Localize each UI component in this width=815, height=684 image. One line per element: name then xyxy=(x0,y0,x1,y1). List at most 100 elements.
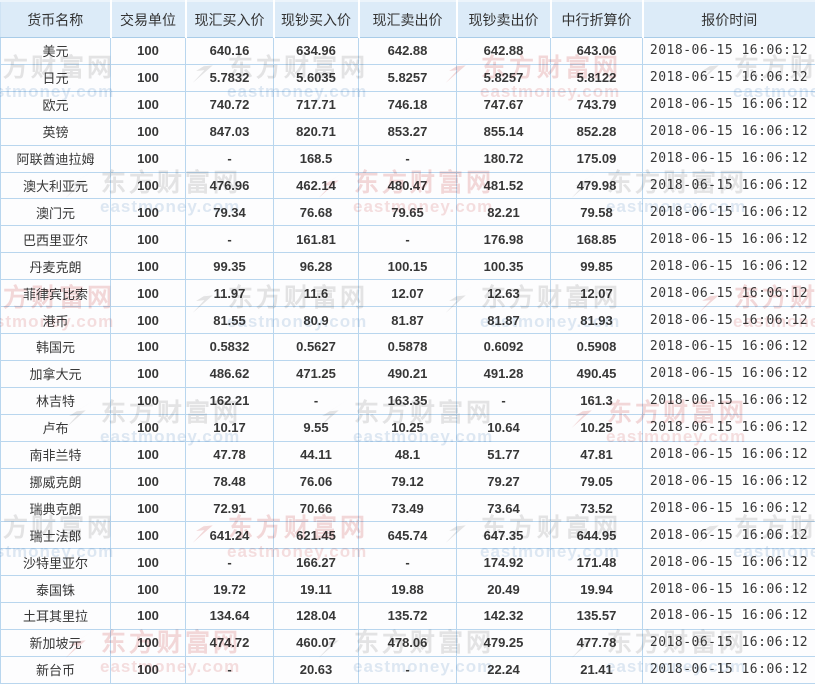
unit-cell: 100 xyxy=(110,225,186,254)
quote-time-cell: 2018-06-15 16:06:12 xyxy=(642,37,815,65)
table-row: 丹麦克朗 100 99.35 96.28 100.15 100.35 99.85 2018-0… xyxy=(0,252,815,281)
boc-rate-cell: 81.93 xyxy=(550,306,643,334)
cash-buy-cell: 9.55 xyxy=(273,413,359,442)
spot-sell-cell: 642.88 xyxy=(358,37,457,65)
boc-rate-cell: 743.79 xyxy=(550,90,643,119)
spot-sell-cell: - xyxy=(358,144,457,173)
table-row: 澳大利亚元 100 476.96 462.14 480.47 481.52 479.98 20… xyxy=(0,171,815,200)
boc-rate-cell: 79.05 xyxy=(550,467,643,496)
unit-cell: 100 xyxy=(110,521,186,550)
spot-buy-cell: 134.64 xyxy=(185,602,274,630)
unit-cell: 100 xyxy=(110,655,186,684)
unit-cell: 100 xyxy=(110,306,186,334)
unit-cell: 100 xyxy=(110,494,186,523)
unit-cell: 100 xyxy=(110,575,186,604)
boc-rate-cell: 161.3 xyxy=(550,386,643,415)
column-header-0: 货币名称 xyxy=(0,0,112,38)
unit-cell: 100 xyxy=(110,413,186,442)
quote-time-cell: 2018-06-15 16:06:12 xyxy=(642,386,815,415)
currency-name-cell: 泰国铢 xyxy=(0,575,111,604)
table-row: 沙特里亚尔 100-166.27-174.92 171.48 2018-06-15 1… xyxy=(0,548,815,577)
cash-buy-cell: 820.71 xyxy=(273,117,359,146)
quote-time-cell: 2018-06-15 16:06:12 xyxy=(642,655,815,684)
cash-buy-cell: 70.66 xyxy=(273,494,359,523)
currency-name-cell: 欧元 xyxy=(0,90,111,119)
quote-time-cell: 2018-06-15 16:06:12 xyxy=(642,602,815,630)
unit-cell: 100 xyxy=(110,279,186,308)
spot-sell-cell: 48.1 xyxy=(358,440,457,469)
cash-sell-cell: 12.63 xyxy=(456,279,551,308)
spot-buy-cell: 79.34 xyxy=(185,198,274,227)
cash-buy-cell: 462.14 xyxy=(273,171,359,200)
quote-time-cell: 2018-06-15 16:06:12 xyxy=(642,628,815,657)
column-header-5: 现钞卖出价 xyxy=(456,0,552,38)
cash-buy-cell: 20.63 xyxy=(273,655,359,684)
cash-sell-cell: 81.87 xyxy=(456,306,551,334)
unit-cell: 100 xyxy=(110,252,186,281)
cash-buy-cell: 11.6 xyxy=(273,279,359,308)
quote-time-cell: 2018-06-15 16:06:12 xyxy=(642,279,815,308)
table-row: 挪威克朗 100 78.48 76.06 79.12 79.27 79.05 2018-06-… xyxy=(0,467,815,496)
boc-rate-cell: 99.85 xyxy=(550,252,643,281)
cash-sell-cell: 22.24 xyxy=(456,655,551,684)
quote-time-cell: 2018-06-15 16:06:12 xyxy=(642,440,815,469)
exchange-rates-table: 货币名称 交易单位 现汇买入价 现钞买入价 现汇卖出价 现钞卖出价 中行折算价 报价时间 美元… xyxy=(0,0,815,684)
quote-time-cell: 2018-06-15 16:06:12 xyxy=(642,306,815,334)
spot-buy-cell: 99.35 xyxy=(185,252,274,281)
spot-sell-cell: 5.8257 xyxy=(358,63,457,92)
currency-name-cell: 瑞士法郎 xyxy=(0,521,111,550)
table-row: 瑞士法郎 100 641.24 621.45 645.74 647.35 644.95 201… xyxy=(0,521,815,550)
boc-rate-cell: 12.07 xyxy=(550,279,643,308)
spot-buy-cell: 0.5832 xyxy=(185,332,274,361)
table-row: 菲律宾比索 100 11.97 11.6 12.07 12.63 12.07 2018-06-… xyxy=(0,279,815,308)
spot-buy-cell: 78.48 xyxy=(185,467,274,496)
table-row: 泰国铢 100 19.72 19.11 19.88 20.49 19.94 2018-06-1… xyxy=(0,575,815,604)
column-header-2: 现汇买入价 xyxy=(185,0,275,38)
unit-cell: 100 xyxy=(110,602,186,630)
spot-sell-cell: - xyxy=(358,225,457,254)
cash-sell-cell: 82.21 xyxy=(456,198,551,227)
cash-buy-cell: 44.11 xyxy=(273,440,359,469)
quote-time-cell: 2018-06-15 16:06:12 xyxy=(642,144,815,173)
currency-name-cell: 林吉特 xyxy=(0,386,111,415)
unit-cell: 100 xyxy=(110,171,186,200)
cash-sell-cell: - xyxy=(456,386,551,415)
currency-name-cell: 巴西里亚尔 xyxy=(0,225,111,254)
cash-buy-cell: 634.96 xyxy=(273,37,359,65)
spot-sell-cell: 478.06 xyxy=(358,628,457,657)
spot-buy-cell: 641.24 xyxy=(185,521,274,550)
quote-time-cell: 2018-06-15 16:06:12 xyxy=(642,63,815,92)
table-row: 港币 100 81.55 80.9 81.87 81.87 81.93 2018-06-15 … xyxy=(0,306,815,334)
table-row: 瑞典克朗 100 72.91 70.66 73.49 73.64 73.52 2018-06-… xyxy=(0,494,815,523)
cash-sell-cell: 142.32 xyxy=(456,602,551,630)
column-header-7: 报价时间 xyxy=(642,0,815,38)
table-row: 韩国元 100 0.5832 0.5627 0.5878 0.6092 0.5908 2018… xyxy=(0,332,815,361)
table-row: 澳门元 100 79.34 76.68 79.65 82.21 79.58 2018-06-1… xyxy=(0,198,815,227)
boc-rate-cell: 175.09 xyxy=(550,144,643,173)
currency-name-cell: 新加坡元 xyxy=(0,628,111,657)
quote-time-cell: 2018-06-15 16:06:12 xyxy=(642,359,815,388)
cash-sell-cell: 174.92 xyxy=(456,548,551,577)
spot-buy-cell: 11.97 xyxy=(185,279,274,308)
quote-time-cell: 2018-06-15 16:06:12 xyxy=(642,117,815,146)
currency-name-cell: 沙特里亚尔 xyxy=(0,548,111,577)
cash-buy-cell: 5.6035 xyxy=(273,63,359,92)
currency-name-cell: 澳门元 xyxy=(0,198,111,227)
spot-buy-cell: 5.7832 xyxy=(185,63,274,92)
currency-name-cell: 澳大利亚元 xyxy=(0,171,111,200)
boc-rate-cell: 135.57 xyxy=(550,602,643,630)
spot-sell-cell: 746.18 xyxy=(358,90,457,119)
quote-time-cell: 2018-06-15 16:06:12 xyxy=(642,494,815,523)
spot-sell-cell: 81.87 xyxy=(358,306,457,334)
spot-sell-cell: 0.5878 xyxy=(358,332,457,361)
cash-sell-cell: 481.52 xyxy=(456,171,551,200)
table-header-row: 货币名称 交易单位 现汇买入价 现钞买入价 现汇卖出价 现钞卖出价 中行折算价 报价时间 xyxy=(0,0,815,38)
spot-sell-cell: - xyxy=(358,548,457,577)
cash-sell-cell: 180.72 xyxy=(456,144,551,173)
spot-sell-cell: 19.88 xyxy=(358,575,457,604)
cash-sell-cell: 647.35 xyxy=(456,521,551,550)
cash-sell-cell: 5.8257 xyxy=(456,63,551,92)
spot-buy-cell: 10.17 xyxy=(185,413,274,442)
boc-rate-cell: 47.81 xyxy=(550,440,643,469)
spot-sell-cell: 490.21 xyxy=(358,359,457,388)
